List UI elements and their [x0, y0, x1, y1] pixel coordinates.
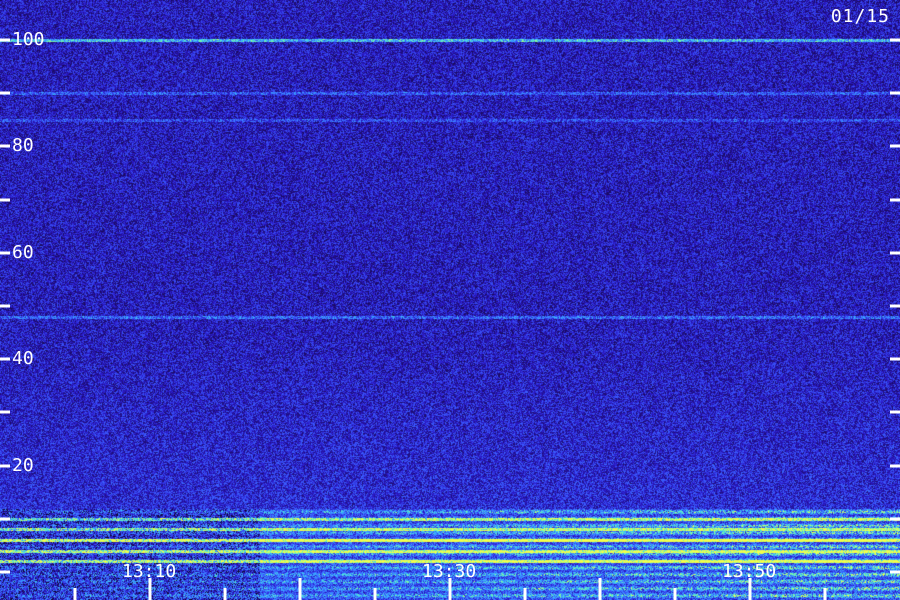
x-tick-label: 13:10: [122, 561, 177, 582]
date-label: 01/15: [830, 6, 890, 27]
x-tick-label: 13:50: [722, 561, 777, 582]
x-tick-label: 13:30: [422, 561, 477, 582]
y-tick-label: 40: [12, 348, 34, 369]
y-tick-label: 80: [12, 135, 34, 156]
y-tick-label: 20: [12, 455, 34, 476]
y-tick-label: 60: [12, 242, 34, 263]
axis-overlay: [0, 38, 900, 600]
y-tick-label: 100: [12, 29, 45, 50]
spectrogram-chart: 20 40 60 80 100 13:10 13:30 13:50 01/15: [0, 0, 900, 600]
